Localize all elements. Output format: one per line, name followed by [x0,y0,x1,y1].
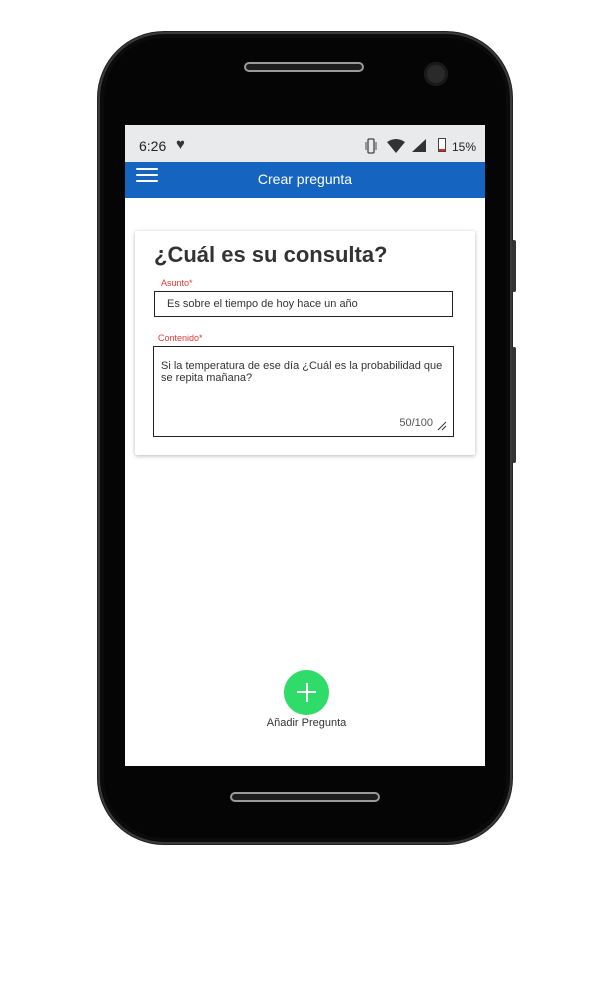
question-card: ¿Cuál es su consulta? Asunto* Es sobre e… [135,231,475,455]
character-counter: 50/100 [399,417,433,429]
screen: 6:26 ♥ 15% Crear pregunta ¿Cuál es su co… [125,125,485,766]
subject-label: Asunto* [161,278,193,288]
add-question-button[interactable] [284,670,329,715]
battery-level [439,149,445,151]
heart-icon: ♥ [176,136,185,153]
signal-icon [412,139,426,152]
resize-handle-icon[interactable] [437,421,447,431]
power-button[interactable] [512,240,516,292]
vibrate-icon [365,138,377,154]
page-title: Crear pregunta [257,171,353,187]
content-text[interactable]: Si la temperatura de ese día ¿Cuál es la… [161,360,451,384]
content-label: Contenido* [158,333,203,343]
status-time: 6:26 [139,138,167,154]
battery-icon [438,138,446,152]
top-speaker [244,62,364,72]
card-heading: ¿Cuál es su consulta? [154,242,388,267]
volume-button[interactable] [512,347,516,463]
app-bar: Crear pregunta [125,162,485,198]
battery-percent: 15% [452,140,477,154]
wifi-icon [387,139,405,153]
add-question-label[interactable]: Añadir Pregunta [125,717,485,729]
bottom-speaker [230,792,380,802]
status-bar: 6:26 ♥ 15% [125,125,485,162]
subject-input[interactable]: Es sobre el tiempo de hoy hace un año [154,291,453,317]
front-camera [424,62,448,86]
content-textarea[interactable]: Si la temperatura de ese día ¿Cuál es la… [153,346,454,437]
